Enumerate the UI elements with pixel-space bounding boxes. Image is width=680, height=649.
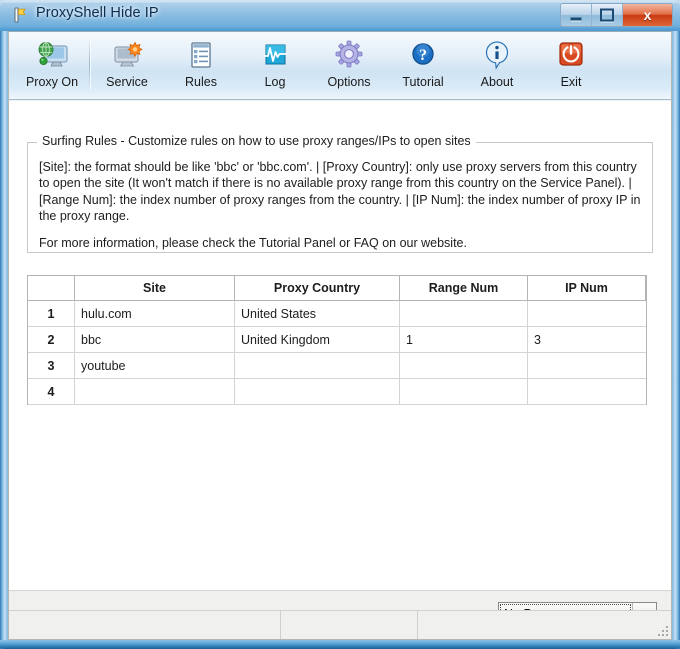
status-panel-2	[281, 611, 418, 639]
minimize-button[interactable]	[561, 4, 592, 26]
rules-list-icon	[184, 38, 218, 72]
status-panel-3	[418, 611, 671, 639]
row-index[interactable]: 1	[28, 301, 75, 326]
cell-country[interactable]	[235, 353, 400, 378]
cell-site[interactable]: bbc	[75, 327, 235, 352]
groupbox-title: Surfing Rules - Customize rules on how t…	[37, 134, 476, 148]
tutorial-question-icon: ?	[406, 38, 440, 72]
table-row[interactable]: 4	[28, 379, 646, 405]
status-panel-1	[9, 611, 281, 639]
service-monitor-star-icon	[110, 38, 144, 72]
row-index[interactable]: 2	[28, 327, 75, 352]
table-header-row: Site Proxy Country Range Num IP Num	[28, 276, 646, 301]
column-header-range[interactable]: Range Num	[400, 276, 528, 300]
cell-range-num[interactable]	[400, 301, 528, 326]
row-index[interactable]: 3	[28, 353, 75, 378]
toolbar-button-about[interactable]: About	[460, 32, 534, 98]
window-border-bottom	[0, 640, 680, 649]
maximize-button[interactable]	[592, 4, 623, 26]
toolbar-label-rules: Rules	[185, 75, 217, 89]
cell-site[interactable]: youtube	[75, 353, 235, 378]
options-gear-icon	[332, 38, 366, 72]
toolbar-label-options: Options	[327, 75, 371, 89]
title-bar[interactable]: ProxyShell Hide IP x	[0, 0, 680, 31]
cell-site[interactable]: hulu.com	[75, 301, 235, 326]
cell-ip-num[interactable]	[528, 379, 646, 404]
window-frame: ProxyShell Hide IP x Proxy On Service Ru…	[0, 0, 680, 649]
about-info-icon	[480, 38, 514, 72]
description-paragraph-1: [Site]: the format should be like 'bbc' …	[39, 160, 641, 223]
rules-panel: Surfing Rules - Customize rules on how t…	[9, 101, 671, 590]
cell-range-num[interactable]	[400, 353, 528, 378]
svg-text:?: ?	[419, 47, 427, 64]
toolbar-label-proxy-on: Proxy On	[25, 75, 79, 89]
description-paragraph-2: For more information, please check the T…	[39, 236, 467, 251]
toolbar-button-options[interactable]: Options	[312, 32, 386, 98]
column-header-ipnum[interactable]: IP Num	[528, 276, 646, 300]
toolbar-label-exit: Exit	[560, 75, 582, 89]
toolbar-button-tutorial[interactable]: ? Tutorial	[386, 32, 460, 98]
exit-power-icon	[554, 38, 588, 72]
toolbar-label-log: Log	[264, 75, 286, 89]
column-header-country[interactable]: Proxy Country	[235, 276, 400, 300]
proxyshell-flag-icon	[13, 7, 29, 23]
column-header-site[interactable]: Site	[75, 276, 235, 300]
cell-ip-num[interactable]	[528, 353, 646, 378]
proxy-on-monitor-globe-icon	[35, 38, 69, 72]
cell-ip-num[interactable]	[528, 301, 646, 326]
toolbar-button-exit[interactable]: Exit	[534, 32, 608, 98]
minimize-icon	[570, 17, 582, 21]
column-header-index	[28, 276, 75, 300]
client-area: Proxy On Service Rules Log Options ? Tut…	[8, 31, 672, 640]
status-bar	[9, 610, 671, 639]
cell-country[interactable]: United States	[235, 301, 400, 326]
maximize-icon	[600, 8, 614, 22]
toolbar-button-rules[interactable]: Rules	[164, 32, 238, 98]
window-border-right	[672, 31, 680, 649]
cell-country[interactable]	[235, 379, 400, 404]
window-title: ProxyShell Hide IP	[36, 5, 159, 21]
cell-ip-num[interactable]: 3	[528, 327, 646, 352]
cell-range-num[interactable]: 1	[400, 327, 528, 352]
toolbar-button-log[interactable]: Log	[238, 32, 312, 98]
rules-table[interactable]: Site Proxy Country Range Num IP Num 1 hu…	[27, 275, 647, 405]
table-row[interactable]: 1 hulu.com United States	[28, 301, 646, 327]
toolbar-button-proxy-on[interactable]: Proxy On	[15, 32, 89, 98]
window-controls: x	[560, 3, 673, 27]
cell-range-num[interactable]	[400, 379, 528, 404]
window-border-left	[0, 31, 8, 649]
table-row[interactable]: 2 bbc United Kingdom 1 3	[28, 327, 646, 353]
resize-grip-icon[interactable]	[656, 624, 668, 636]
application-window: ProxyShell Hide IP x Proxy On Service Ru…	[0, 0, 680, 649]
close-icon: x	[643, 7, 652, 23]
surfing-rules-groupbox: Surfing Rules - Customize rules on how t…	[27, 134, 653, 253]
table-row[interactable]: 3 youtube	[28, 353, 646, 379]
toolbar-label-about: About	[480, 75, 514, 89]
cell-country[interactable]: United Kingdom	[235, 327, 400, 352]
main-toolbar: Proxy On Service Rules Log Options ? Tut…	[9, 32, 671, 100]
toolbar-button-service[interactable]: Service	[90, 32, 164, 98]
log-waveform-icon	[258, 38, 292, 72]
toolbar-label-tutorial: Tutorial	[402, 75, 444, 89]
groupbox-description: [Site]: the format should be like 'bbc' …	[39, 159, 643, 251]
toolbar-label-service: Service	[106, 75, 148, 89]
row-index[interactable]: 4	[28, 379, 75, 404]
close-button[interactable]: x	[623, 4, 672, 26]
cell-site[interactable]	[75, 379, 235, 404]
